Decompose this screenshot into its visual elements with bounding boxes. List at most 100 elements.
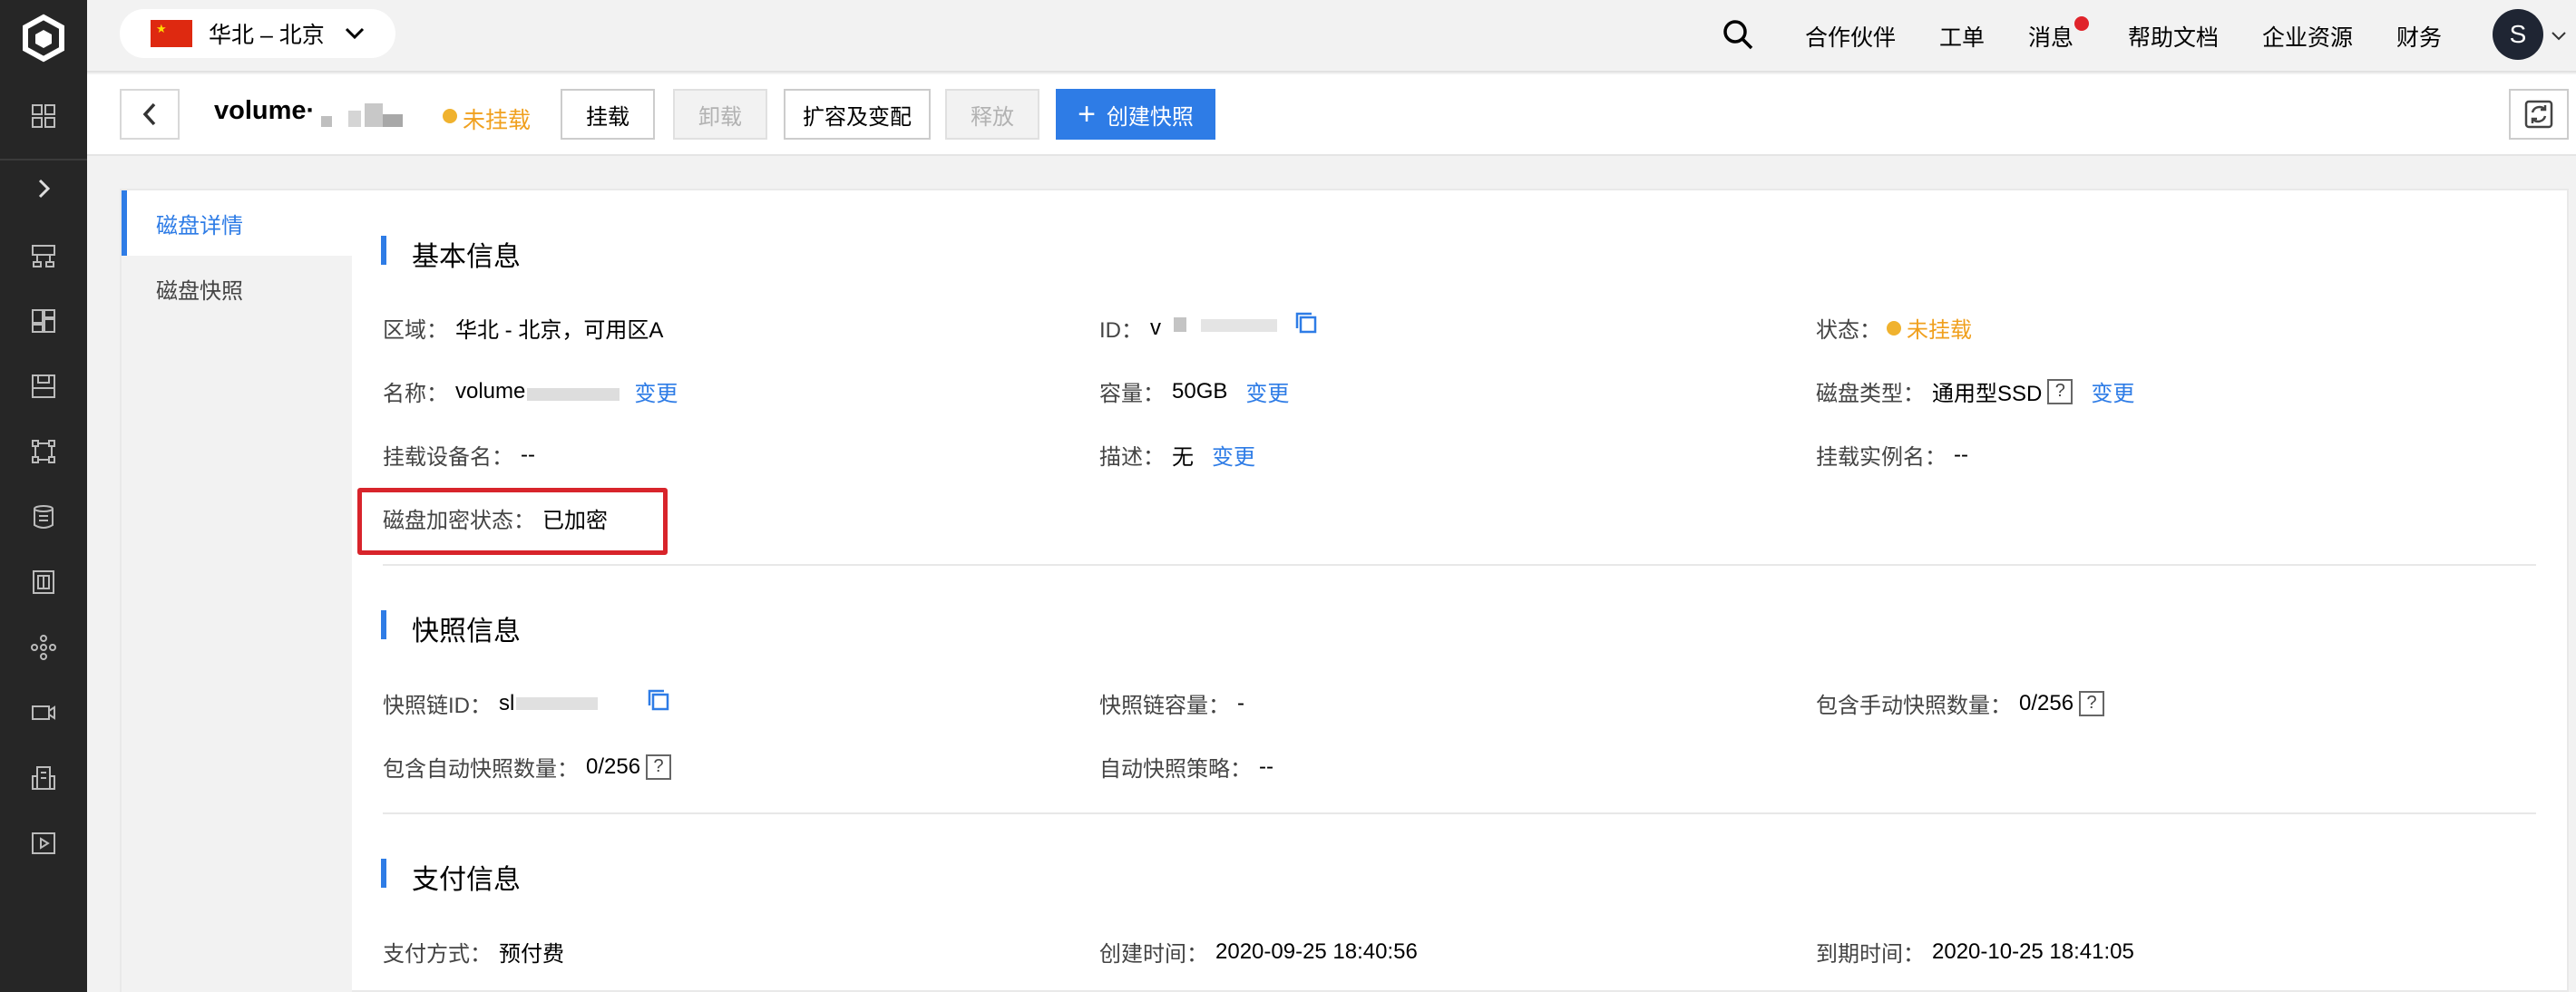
office-icon[interactable] <box>24 760 63 796</box>
status-label: 未挂载 <box>463 108 532 133</box>
field-value: 2020-09-25 18:40:56 <box>1215 939 1418 964</box>
section-marker <box>381 859 386 888</box>
tab-disk-snapshots[interactable]: 磁盘快照 <box>122 256 352 321</box>
topology-icon[interactable] <box>24 433 63 470</box>
redacted-text <box>1174 317 1186 332</box>
storage-icon[interactable] <box>24 368 63 404</box>
back-icon <box>142 102 156 126</box>
field-status: 状态： 未挂载 <box>1816 312 1972 344</box>
field-snapshot-chain-id: 快照链ID： sl <box>383 687 599 719</box>
avatar[interactable]: S <box>2493 9 2543 60</box>
create-snapshot-button[interactable]: + 创建快照 <box>1056 89 1215 140</box>
field-label: 挂载实例名： <box>1816 445 1947 470</box>
help-icon[interactable]: ? <box>2079 690 2105 716</box>
field-value: volume <box>455 378 526 404</box>
nav-messages[interactable]: 消息 <box>2028 20 2073 53</box>
help-icon[interactable]: ? <box>646 754 672 780</box>
field-value: 0/256 <box>586 754 641 779</box>
field-auto-snapshot-policy: 自动快照策略： -- <box>1099 751 1273 783</box>
field-label: 自动快照策略： <box>1099 757 1252 782</box>
region-label: 华北 – 北京 <box>209 23 325 48</box>
redacted-text <box>516 696 599 710</box>
expand-chevron-icon[interactable] <box>24 170 63 207</box>
nav-docs[interactable]: 帮助文档 <box>2128 20 2219 53</box>
video-icon[interactable] <box>24 695 63 731</box>
dashboard-icon[interactable] <box>24 303 63 339</box>
copy-icon[interactable] <box>646 687 671 713</box>
grid-icon[interactable] <box>24 98 63 134</box>
nav-enterprise[interactable]: 企业资源 <box>2262 20 2353 53</box>
redacted-text <box>1201 319 1277 332</box>
status-dot <box>1887 320 1901 336</box>
refresh-button[interactable] <box>2509 89 2569 140</box>
resize-button[interactable]: 扩容及变配 <box>784 89 931 140</box>
left-nav <box>0 0 87 992</box>
field-name: 名称： volume 变更 <box>383 375 678 407</box>
redacted-text <box>383 114 403 127</box>
plus-icon: + <box>1078 97 1096 131</box>
back-button[interactable] <box>120 89 180 140</box>
field-value: 通用型SSD <box>1932 382 2043 406</box>
field-value: 未挂载 <box>1907 318 1972 343</box>
region-selector[interactable]: ★ 华北 – 北京 <box>120 9 395 58</box>
field-label: 包含自动快照数量： <box>383 757 579 782</box>
release-button[interactable]: 释放 <box>945 89 1039 140</box>
field-value: 2020-10-25 18:41:05 <box>1932 939 2134 964</box>
highlight-box <box>357 488 668 555</box>
play-icon[interactable] <box>24 825 63 861</box>
nav-tickets[interactable]: 工单 <box>1939 20 1985 53</box>
redacted-text <box>365 103 383 127</box>
database-icon[interactable] <box>24 499 63 535</box>
field-value: sl <box>499 690 515 715</box>
field-label: 容量： <box>1099 382 1165 406</box>
building-icon[interactable] <box>24 564 63 600</box>
nav-divider <box>0 159 87 160</box>
field-value: 预付费 <box>499 942 564 967</box>
attach-button[interactable]: 挂载 <box>561 89 655 140</box>
detail-toolbar: volume· 未挂载 挂载 卸载 扩容及变配 释放 + 创建快照 <box>87 74 2576 156</box>
field-label: 快照链ID： <box>383 694 492 718</box>
field-id: ID： v <box>1099 312 1161 344</box>
field-label: 创建时间： <box>1099 942 1208 967</box>
volume-title: volume· <box>214 96 316 125</box>
top-header: ★ 华北 – 北京 合作伙伴 工单 消息 帮助文档 企业资源 财务 S <box>87 0 2576 73</box>
avatar-chevron-icon[interactable] <box>2551 31 2567 42</box>
field-auto-snapshot-count: 包含自动快照数量： 0/256 ? <box>383 751 672 783</box>
cluster-icon[interactable] <box>24 629 63 666</box>
description-change-link[interactable]: 变更 <box>1212 439 1255 471</box>
disk-type-change-link[interactable]: 变更 <box>2091 375 2134 407</box>
logo-icon[interactable] <box>19 14 68 63</box>
tab-disk-details[interactable]: 磁盘详情 <box>122 190 352 256</box>
capacity-change-link[interactable]: 变更 <box>1245 375 1289 407</box>
section-title-basic: 基本信息 <box>412 242 521 272</box>
refresh-icon <box>2524 100 2553 129</box>
field-created-time: 创建时间： 2020-09-25 18:40:56 <box>1099 936 1418 968</box>
field-label: 挂载设备名： <box>383 445 513 470</box>
network-icon[interactable] <box>24 238 63 274</box>
field-label: 支付方式： <box>383 942 492 967</box>
field-value: -- <box>1259 754 1273 779</box>
search-icon[interactable] <box>1720 16 1756 53</box>
help-icon[interactable]: ? <box>2047 378 2073 404</box>
field-mount-device: 挂载设备名： -- <box>383 439 535 471</box>
field-label: 状态： <box>1816 318 1881 343</box>
create-snapshot-label: 创建快照 <box>1106 104 1194 130</box>
field-value: 0/256 <box>2019 690 2074 715</box>
redacted-text <box>527 387 620 401</box>
section-divider <box>383 564 2536 566</box>
field-value: v <box>1150 315 1161 340</box>
copy-icon[interactable] <box>1293 310 1319 336</box>
nav-finance[interactable]: 财务 <box>2396 20 2442 53</box>
section-title-payment: 支付信息 <box>412 865 521 895</box>
name-change-link[interactable]: 变更 <box>634 375 678 407</box>
field-value: 50GB <box>1172 378 1228 404</box>
detach-button[interactable]: 卸载 <box>673 89 767 140</box>
nav-partners[interactable]: 合作伙伴 <box>1805 20 1896 53</box>
field-expire-time: 到期时间： 2020-10-25 18:41:05 <box>1816 936 2134 968</box>
field-label: 快照链容量： <box>1099 694 1230 718</box>
field-value: 华北 - 北京，可用区A <box>455 318 664 343</box>
redacted-text <box>348 111 361 127</box>
china-flag-icon: ★ <box>151 20 192 47</box>
message-badge <box>2074 16 2089 31</box>
field-label: 到期时间： <box>1816 942 1925 967</box>
